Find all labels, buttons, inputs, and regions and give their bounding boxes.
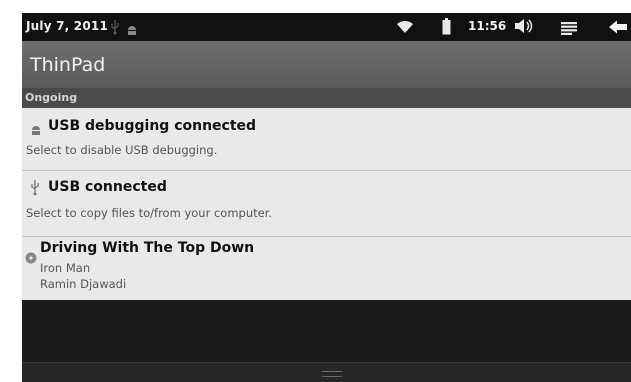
section-header: Ongoing bbox=[22, 88, 631, 108]
notification-title: USB connected bbox=[48, 179, 167, 195]
notification-usb-connected[interactable]: USB connected Select to copy files to/fr… bbox=[22, 171, 631, 237]
volume-icon[interactable] bbox=[514, 18, 534, 38]
panel-drag-handle[interactable] bbox=[22, 362, 631, 382]
status-clock: 11:56 bbox=[468, 19, 507, 33]
notification-title: USB debugging connected bbox=[48, 118, 257, 134]
notification-subtitle: Select to copy files to/from your comput… bbox=[26, 206, 273, 220]
app-title: ThinPad bbox=[30, 54, 106, 76]
notification-line-artist: Ramin Djawadi bbox=[40, 277, 127, 291]
notification-usb-debugging[interactable]: USB debugging connected Select to disabl… bbox=[22, 108, 631, 171]
status-bar[interactable]: July 7, 2011 11:56 bbox=[22, 13, 631, 41]
notification-title: Driving With The Top Down bbox=[40, 240, 255, 256]
notification-panel-empty bbox=[22, 301, 631, 382]
status-date: July 7, 2011 bbox=[26, 19, 109, 33]
android-debug-icon bbox=[126, 21, 138, 40]
menu-icon[interactable] bbox=[561, 20, 577, 39]
wifi-icon bbox=[396, 19, 414, 38]
usb-icon bbox=[30, 179, 40, 200]
battery-icon bbox=[442, 18, 451, 39]
section-label: Ongoing bbox=[25, 91, 78, 104]
music-playing-icon bbox=[25, 249, 37, 268]
back-icon[interactable] bbox=[608, 19, 628, 38]
notification-line-album: Iron Man bbox=[40, 261, 91, 275]
notification-music-playback[interactable]: Driving With The Top Down Iron Man Ramin… bbox=[22, 237, 631, 300]
android-debug-icon bbox=[30, 121, 42, 140]
grip-icon bbox=[322, 371, 342, 377]
notification-subtitle: Select to disable USB debugging. bbox=[26, 143, 218, 157]
title-bar: ThinPad bbox=[22, 41, 631, 88]
notification-screen: July 7, 2011 11:56 ThinPad Ongoing USB d… bbox=[22, 13, 631, 382]
usb-icon bbox=[110, 19, 120, 39]
